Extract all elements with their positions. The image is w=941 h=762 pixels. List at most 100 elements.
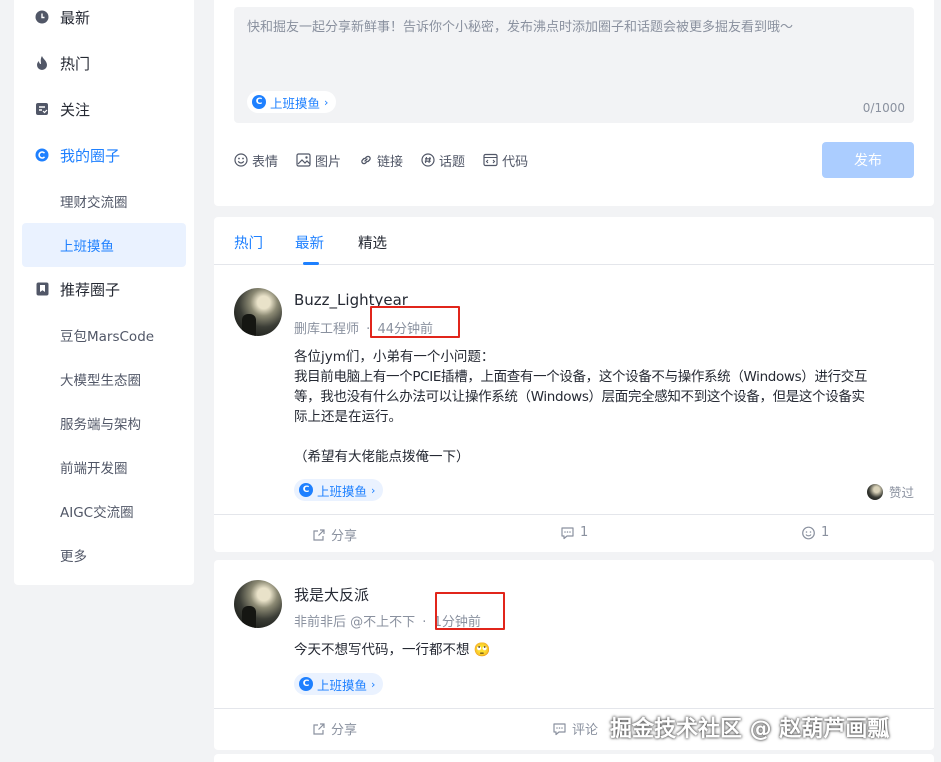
comment-label: 评论 — [572, 723, 599, 738]
emoji-button[interactable]: 表情 — [234, 151, 278, 170]
post-author[interactable]: 我是大反派 — [294, 584, 369, 605]
meta-separator: · — [422, 615, 427, 630]
sidebar-item-label: 推荐圈子 — [60, 280, 121, 299]
code-icon — [483, 153, 498, 167]
sidebar: 最新 热门 关注 我的圈子 理财交流圈 上班摸鱼 推荐圈子 豆包MarsCode… — [14, 0, 194, 585]
sidebar-subitem-frontend[interactable]: 前端开发圈 — [22, 445, 186, 489]
tool-label: 话题 — [439, 154, 466, 170]
image-icon — [296, 153, 311, 167]
liked-by[interactable]: 赞过 — [866, 482, 914, 501]
content-line: 际上还是在运行。 — [294, 409, 402, 425]
comment-button[interactable]: 1 — [560, 525, 588, 540]
composer-placeholder: 快和掘友一起分享新鲜事！告诉你个小秘密，发布沸点时添加圈子和话题会被更多掘友看到… — [247, 20, 794, 35]
share-button[interactable]: 分享 — [312, 719, 357, 738]
tool-label: 代码 — [502, 154, 529, 170]
image-button[interactable]: 图片 — [296, 151, 341, 170]
content-text: 今天不想写代码，一行都不想 — [294, 642, 470, 658]
share-icon — [313, 528, 325, 541]
emoji-icon — [234, 153, 248, 167]
post-circle-tag[interactable]: C 上班摸鱼 › — [294, 673, 384, 695]
clock-icon — [35, 10, 49, 24]
circle-logo-icon: C — [252, 95, 266, 109]
sidebar-item-label: 热门 — [60, 54, 91, 73]
comment-count: 1 — [580, 525, 589, 540]
link-button[interactable]: 链接 — [359, 151, 403, 170]
like-icon — [802, 526, 815, 539]
highlight-box — [370, 306, 460, 338]
tab-latest[interactable]: 最新 — [295, 232, 324, 253]
sidebar-subitem-finance[interactable]: 理财交流圈 — [22, 179, 186, 223]
content-line: 等，我也没有什么办法可以让操作系统（Windows）层面完全感知不到这个设备，但… — [294, 389, 865, 405]
share-label: 分享 — [331, 529, 358, 544]
topic-button[interactable]: 话题 — [421, 151, 465, 170]
circle-logo-icon: C — [299, 483, 313, 497]
like-button[interactable]: 1 — [801, 525, 829, 540]
circle-tag-label: 上班摸鱼 — [317, 483, 368, 499]
share-icon — [313, 722, 325, 735]
feed: 热门 最新 精选 Buzz_Lightyear 删库工程师 · 44分钟前 各位… — [214, 217, 934, 552]
circle-logo-icon — [35, 148, 49, 162]
sidebar-subitem-label: 理财交流圈 — [60, 195, 128, 211]
sidebar-subitem-backend[interactable]: 服务端与架构 — [22, 401, 186, 445]
follow-icon — [35, 102, 49, 116]
chevron-right-icon: › — [371, 483, 376, 497]
active-tab-indicator — [303, 262, 319, 265]
sidebar-subitem-llm[interactable]: 大模型生态圈 — [22, 357, 186, 401]
tool-label: 链接 — [377, 154, 404, 170]
publish-button[interactable]: 发布 — [822, 142, 914, 178]
watermark: 掘金技术社区 @ 赵葫芦画瓢 — [610, 717, 890, 742]
comment-button[interactable]: 评论 — [552, 719, 598, 738]
tool-label: 图片 — [315, 154, 342, 170]
code-button[interactable]: 代码 — [483, 151, 528, 170]
hashtag-icon — [421, 153, 435, 167]
content-line: （希望有大佬能点拨俺一下） — [294, 449, 470, 465]
char-counter: 0/1000 — [862, 101, 905, 115]
sidebar-subitem-label: 前端开发圈 — [60, 461, 128, 477]
circle-tag-label: 上班摸鱼 — [317, 677, 368, 693]
post-content: 各位jym们，小弟有一个小问题： 我目前电脑上有一个PCIE插槽，上面查有一个设… — [294, 347, 919, 467]
sidebar-item-label: 我的圈子 — [60, 146, 121, 165]
sidebar-item-recommended[interactable]: 推荐圈子 — [24, 268, 184, 310]
post-actions: 分享 1 1 — [214, 514, 934, 552]
chevron-right-icon: › — [371, 677, 376, 691]
tool-label: 表情 — [252, 154, 279, 170]
content-line — [294, 427, 919, 447]
tab-featured[interactable]: 精选 — [358, 232, 387, 253]
sidebar-item-following[interactable]: 关注 — [24, 88, 184, 130]
sidebar-item-hot[interactable]: 热门 — [24, 42, 184, 84]
liked-label: 赞过 — [888, 485, 914, 500]
sidebar-subitem-more[interactable]: 更多 — [22, 533, 186, 577]
post-content: 今天不想写代码，一行都不想 🙄 — [294, 640, 491, 660]
sidebar-subitem-aigc[interactable]: AIGC交流圈 — [22, 489, 186, 533]
post-circle-tag[interactable]: C 上班摸鱼 › — [294, 479, 384, 501]
share-button[interactable]: 分享 — [312, 525, 357, 544]
post-card-next — [214, 754, 934, 762]
sidebar-item-latest[interactable]: 最新 — [24, 0, 184, 38]
link-icon — [361, 155, 371, 165]
circle-logo-icon: C — [299, 677, 313, 691]
sidebar-item-my-circles[interactable]: 我的圈子 — [24, 134, 184, 176]
tab-hot[interactable]: 热门 — [234, 232, 263, 253]
composer-toolbar: 表情 图片 链接 话题 代码 — [234, 150, 546, 170]
highlight-box — [435, 592, 505, 630]
like-count: 1 — [821, 525, 830, 540]
content-line: 各位jym们，小弟有一个小问题： — [294, 349, 495, 365]
author-title: 非前非后 @不上不下 — [294, 615, 416, 630]
feed-tabs: 热门 最新 精选 — [214, 217, 934, 265]
content-line: 我目前电脑上有一个PCIE插槽，上面查有一个设备，这个设备不与操作系统（Wind… — [294, 369, 868, 385]
avatar[interactable] — [234, 580, 282, 628]
sidebar-subitem-label: AIGC交流圈 — [60, 505, 134, 521]
sidebar-subitem-label: 服务端与架构 — [60, 417, 141, 433]
avatar[interactable] — [234, 288, 282, 336]
composer: 快和掘友一起分享新鲜事！告诉你个小秘密，发布沸点时添加圈子和话题会被更多掘友看到… — [214, 0, 934, 206]
sidebar-item-label: 关注 — [60, 100, 91, 119]
sidebar-subitem-marscode[interactable]: 豆包MarsCode — [22, 313, 186, 357]
sidebar-subitem-label: 更多 — [60, 549, 87, 565]
sidebar-subitem-moyu[interactable]: 上班摸鱼 — [22, 223, 186, 267]
chevron-right-icon: › — [324, 95, 329, 109]
circle-select-chip[interactable]: C 上班摸鱼 › — [247, 91, 337, 113]
liker-avatar — [866, 483, 883, 500]
composer-textarea[interactable]: 快和掘友一起分享新鲜事！告诉你个小秘密，发布沸点时添加圈子和话题会被更多掘友看到… — [234, 7, 914, 123]
eye-roll-emoji: 🙄 — [473, 642, 491, 658]
flame-icon — [35, 56, 49, 70]
